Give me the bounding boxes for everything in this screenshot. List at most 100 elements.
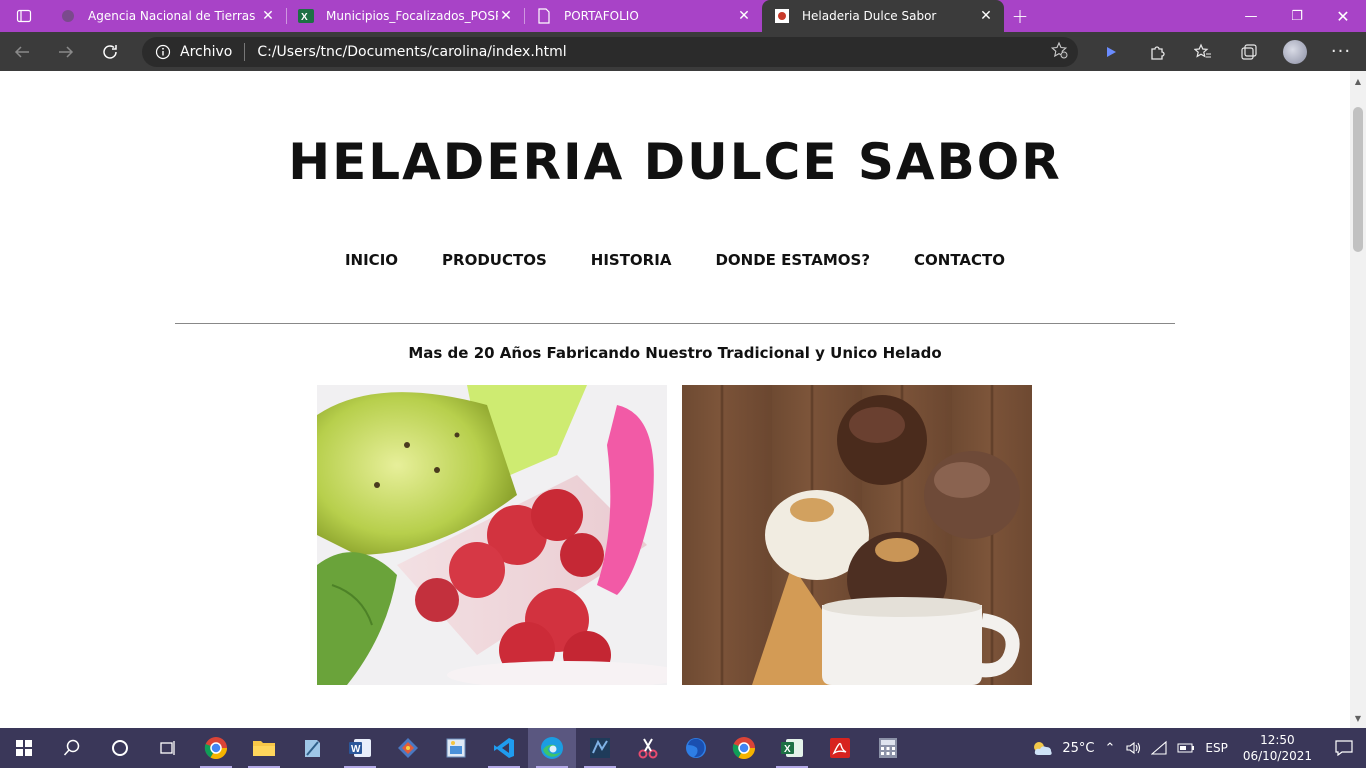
media-button[interactable] (1088, 32, 1134, 71)
tab-agencia[interactable]: Agencia Nacional de Tierras ✕ (48, 0, 286, 32)
settings-menu-button[interactable]: ··· (1318, 32, 1364, 71)
close-icon[interactable]: ✕ (260, 8, 276, 24)
language-indicator[interactable]: ESP (1200, 741, 1232, 755)
collections-button[interactable] (1226, 32, 1272, 71)
svg-text:X: X (301, 12, 308, 23)
windows-taskbar: W X 25°C ⌃ ESP 12:50 06/10/2021 (0, 728, 1366, 768)
plus-icon: + (1011, 4, 1029, 28)
wifi-icon (1151, 740, 1167, 755)
taskbar-chrome[interactable] (720, 728, 768, 768)
url-text[interactable]: C:/Users/tnc/Documents/carolina/index.ht… (257, 44, 1050, 60)
taskbar-acrobat[interactable] (816, 728, 864, 768)
tagline: Mas de 20 Años Fabricando Nuestro Tradic… (408, 344, 942, 362)
scrollbar[interactable]: ▲ ▼ (1350, 71, 1366, 728)
tab-municipios[interactable]: X Municipios_Focalizados_POSPR.x ✕ (286, 0, 524, 32)
favorites-button[interactable] (1180, 32, 1226, 71)
taskbar-snipping-tool[interactable] (624, 728, 672, 768)
windows-icon (16, 740, 32, 756)
close-icon: ✕ (1336, 6, 1350, 26)
close-window-button[interactable]: ✕ (1320, 0, 1366, 32)
close-icon[interactable]: ✕ (978, 8, 994, 24)
vscode-icon (494, 738, 514, 758)
address-bar[interactable]: Archivo C:/Users/tnc/Documents/carolina/… (142, 36, 1078, 67)
scissors-icon (638, 738, 658, 759)
start-button[interactable] (0, 728, 48, 768)
minimize-button[interactable]: — (1228, 0, 1274, 32)
paint-icon (446, 738, 466, 758)
divider (244, 42, 246, 61)
taskbar-calculator[interactable] (864, 728, 912, 768)
nav-link-inicio[interactable]: INICIO (345, 251, 398, 269)
nav-link-donde-estamos[interactable]: DONDE ESTAMOS? (715, 251, 870, 269)
svg-text:W: W (351, 744, 361, 755)
tab-portafolio[interactable]: PORTAFOLIO ✕ (524, 0, 762, 32)
chevron-up-icon: ⌃ (1104, 740, 1116, 756)
divider (175, 323, 1175, 324)
extensions-button[interactable] (1134, 32, 1180, 71)
svg-text:X: X (784, 744, 791, 755)
play-icon (1107, 46, 1116, 57)
weather-widget[interactable]: 25°C (1027, 740, 1099, 756)
system-tray: 25°C ⌃ ESP 12:50 06/10/2021 (1027, 728, 1366, 768)
taskbar-excel[interactable]: X (768, 728, 816, 768)
tab-title: Municipios_Focalizados_POSPR.x (326, 9, 498, 23)
back-button[interactable] (0, 32, 44, 71)
cloud-icon (1034, 742, 1053, 755)
file-explorer-icon (253, 741, 275, 756)
taskbar-firefox[interactable] (672, 728, 720, 768)
more-icon: ··· (1330, 41, 1352, 62)
battery-icon (1177, 743, 1195, 753)
tab-actions-button[interactable] (0, 0, 48, 32)
restore-button[interactable]: ❐ (1274, 0, 1320, 32)
task-view-button[interactable] (144, 728, 192, 768)
info-icon[interactable] (154, 43, 172, 61)
cortana-button[interactable] (96, 728, 144, 768)
ice-cream-cones-photo (682, 385, 1032, 685)
tab-heladeria[interactable]: Heladeria Dulce Sabor ✕ (762, 0, 1004, 32)
taskbar-file-explorer[interactable] (240, 728, 288, 768)
word-icon: W (349, 739, 371, 757)
nav-link-contacto[interactable]: CONTACTO (914, 251, 1005, 269)
taskbar-notepad[interactable] (288, 728, 336, 768)
arrow-right-icon (59, 45, 74, 58)
nav-link-productos[interactable]: PRODUCTOS (442, 251, 547, 269)
tab-title: Agencia Nacional de Tierras (88, 9, 256, 23)
taskbar-paint[interactable] (432, 728, 480, 768)
kiwi-raspberry-popsicles-photo (317, 385, 667, 685)
scroll-thumb[interactable] (1353, 107, 1363, 252)
show-hidden-icons-button[interactable]: ⌃ (1099, 741, 1120, 756)
close-icon[interactable]: ✕ (498, 8, 514, 24)
volume-button[interactable] (1120, 740, 1146, 756)
new-tab-button[interactable]: + (1004, 0, 1036, 32)
close-icon[interactable]: ✕ (736, 8, 752, 24)
nav-link-historia[interactable]: HISTORIA (591, 251, 672, 269)
taskbar-edge[interactable] (528, 728, 576, 768)
chrome-icon (204, 737, 227, 759)
arrow-left-icon (14, 45, 29, 58)
taskbar-vscode[interactable] (480, 728, 528, 768)
search-button[interactable] (48, 728, 96, 768)
scheme-label: Archivo (180, 43, 233, 60)
acrobat-icon (830, 738, 850, 758)
taskbar-git[interactable] (384, 728, 432, 768)
battery-button[interactable] (1172, 742, 1200, 754)
refresh-icon (103, 44, 117, 59)
refresh-button[interactable] (88, 32, 132, 71)
profile-button[interactable] (1272, 32, 1318, 71)
taskbar-netbeans[interactable] (576, 728, 624, 768)
scroll-down-icon[interactable]: ▼ (1350, 710, 1366, 726)
add-favorite-icon[interactable] (1050, 41, 1068, 63)
firefox-icon (686, 738, 706, 758)
calculator-icon (879, 738, 897, 758)
forward-button[interactable] (44, 32, 88, 71)
taskbar-chrome-profile[interactable] (192, 728, 240, 768)
notification-icon (1335, 740, 1353, 756)
network-button[interactable] (1146, 740, 1172, 756)
scroll-up-icon[interactable]: ▲ (1350, 73, 1366, 89)
netbeans-icon (590, 738, 610, 758)
notification-center-button[interactable] (1322, 728, 1366, 768)
taskbar-word[interactable]: W (336, 728, 384, 768)
clock[interactable]: 12:50 06/10/2021 (1233, 732, 1322, 764)
minimize-icon: — (1244, 8, 1258, 24)
restore-icon: ❐ (1291, 8, 1303, 24)
